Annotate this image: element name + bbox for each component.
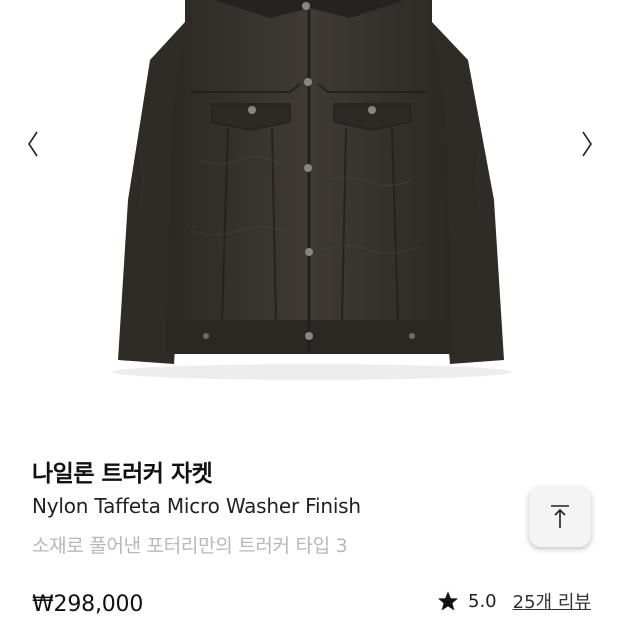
rating-score: 5.0	[468, 590, 497, 612]
product-image-carousel[interactable]	[0, 0, 620, 420]
carousel-prev-button[interactable]	[21, 124, 45, 164]
product-name-english: Nylon Taffeta Micro Washer Finish	[32, 494, 361, 518]
product-name-korean: 나일론 트러커 자켓	[32, 461, 213, 487]
carousel-next-button[interactable]	[575, 124, 599, 164]
product-price: ₩298,000	[32, 592, 144, 617]
chevron-right-icon	[582, 131, 592, 157]
scroll-to-top-button[interactable]	[529, 487, 591, 547]
review-count-link[interactable]: 25개 리뷰	[513, 588, 591, 614]
product-subtitle: 소재로 풀어낸 포터리만의 트러커 타입 3	[32, 535, 348, 557]
product-detail-page: 나일론 트러커 자켓 Nylon Taffeta Micro Washer Fi…	[0, 0, 620, 620]
arrow-up-to-top-icon	[551, 505, 569, 528]
star-icon	[437, 591, 459, 611]
product-rating: 5.0 25개 리뷰	[437, 588, 591, 614]
jacket-image	[112, 0, 512, 380]
chevron-left-icon	[28, 131, 38, 157]
